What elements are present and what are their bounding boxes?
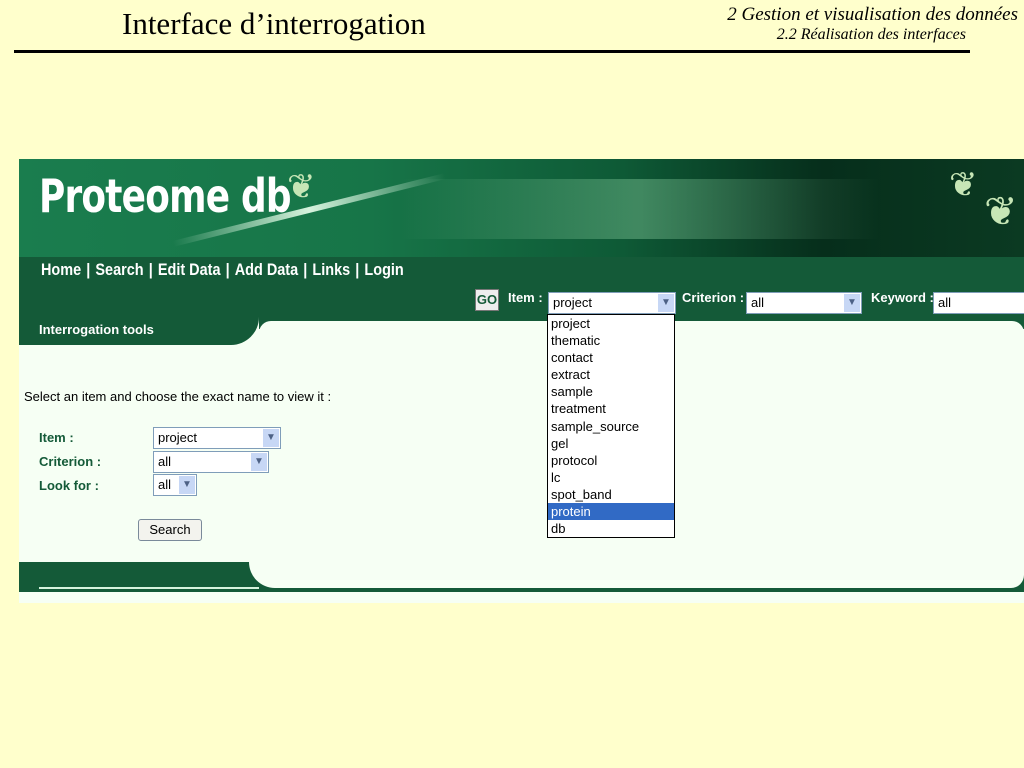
nav-home[interactable]: Home <box>41 260 81 280</box>
chevron-down-icon[interactable]: ▼ <box>844 294 860 312</box>
item-label: Item : <box>508 290 543 305</box>
form-criterion-select[interactable]: all ▼ <box>153 451 269 473</box>
dropdown-option[interactable]: gel <box>548 435 674 452</box>
item-select[interactable]: project ▼ <box>548 292 676 314</box>
dropdown-option[interactable]: thematic <box>548 332 674 349</box>
footer-streak <box>39 587 259 589</box>
dropdown-option[interactable]: project <box>548 315 674 332</box>
dropdown-option[interactable]: lc <box>548 469 674 486</box>
app-logo[interactable]: Proteome db <box>39 169 292 223</box>
nav-add-data[interactable]: Add Data <box>235 260 298 280</box>
slide-title: Interface d’interrogation <box>122 6 426 41</box>
nav-search[interactable]: Search <box>95 260 143 280</box>
dropdown-option[interactable]: treatment <box>548 400 674 417</box>
dropdown-option[interactable]: extract <box>548 366 674 383</box>
nav-edit-data[interactable]: Edit Data <box>158 260 221 280</box>
keyword-input[interactable]: all <box>933 292 1024 314</box>
banner-glow <box>399 179 879 239</box>
form-item-label: Item : <box>39 430 74 445</box>
slide-section: 2 Gestion et visualisation des données 2… <box>727 4 1018 44</box>
item-select-value: project <box>553 295 593 310</box>
section-title: 2 Gestion et visualisation des données <box>727 4 1018 25</box>
criterion-label: Criterion : <box>682 290 745 305</box>
chevron-down-icon[interactable]: ▼ <box>658 294 674 312</box>
dropdown-option[interactable]: sample <box>548 383 674 400</box>
app-screenshot: Proteome db ❦ ❦ ❦ Home | Search | Edit D… <box>19 159 1024 603</box>
dropdown-option[interactable]: sample_source <box>548 418 674 435</box>
form-lookfor-label: Look for : <box>39 478 99 493</box>
nav-login[interactable]: Login <box>364 260 403 280</box>
dropdown-option[interactable]: protocol <box>548 452 674 469</box>
subsection-title: 2.2 Réalisation des interfaces <box>776 26 966 43</box>
nav-separator: | <box>303 260 308 279</box>
dropdown-option[interactable]: spot_band <box>548 486 674 503</box>
main-nav: Home | Search | Edit Data | Add Data | L… <box>41 260 404 280</box>
dropdown-option[interactable]: db <box>548 520 674 537</box>
chevron-down-icon[interactable]: ▼ <box>251 453 267 471</box>
form-lookfor-value: all <box>158 477 172 492</box>
plant-icon: ❦ <box>949 166 978 204</box>
chevron-down-icon[interactable]: ▼ <box>179 476 195 494</box>
criterion-select-value: all <box>751 295 765 310</box>
item-dropdown-list[interactable]: project thematic contact extract sample … <box>547 314 675 539</box>
footer-curve <box>249 562 1024 588</box>
panel-intro: Select an item and choose the exact name… <box>24 389 332 404</box>
nav-separator: | <box>148 260 153 279</box>
keyword-input-value: all <box>938 295 952 310</box>
criterion-select[interactable]: all ▼ <box>746 292 862 314</box>
banner: Proteome db ❦ ❦ ❦ <box>19 159 1024 257</box>
form-criterion-value: all <box>158 454 172 469</box>
chevron-down-icon[interactable]: ▼ <box>263 429 279 447</box>
nav-separator: | <box>86 260 91 279</box>
keyword-label: Keyword : <box>871 290 934 305</box>
form-lookfor-select[interactable]: all ▼ <box>153 474 197 496</box>
search-button[interactable]: Search <box>138 519 202 541</box>
dropdown-option[interactable]: contact <box>548 349 674 366</box>
form-criterion-label: Criterion : <box>39 454 102 469</box>
form-item-value: project <box>158 430 198 445</box>
nav-separator: | <box>225 260 230 279</box>
dropdown-option-highlighted[interactable]: protein <box>548 503 674 521</box>
nav-links[interactable]: Links <box>312 260 350 280</box>
header-rule <box>14 50 970 53</box>
nav-separator: | <box>355 260 360 279</box>
go-button[interactable]: GO <box>475 289 499 311</box>
section-tab-label: Interrogation tools <box>39 322 154 337</box>
form-item-select[interactable]: project ▼ <box>153 427 281 449</box>
plant-icon: ❦ <box>287 168 316 206</box>
plant-icon: ❦ <box>984 190 1018 234</box>
